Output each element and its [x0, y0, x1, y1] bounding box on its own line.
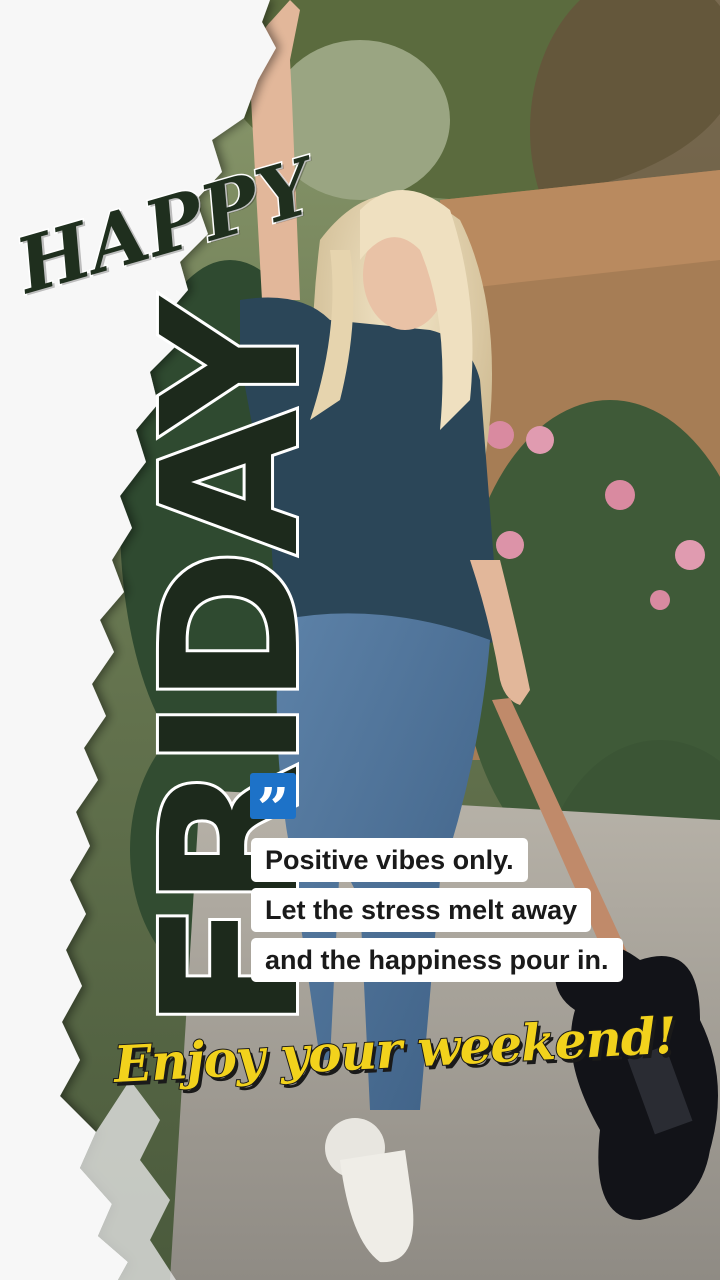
poster: HAPPY FRIDAY ” Positive vibes only. Let … — [0, 0, 720, 1280]
quote-icon: ” — [250, 773, 296, 842]
quote-line-2: Let the stress melt away — [251, 888, 592, 932]
quote-line-1: Positive vibes only. — [251, 838, 528, 882]
quote-line-3: and the happiness pour in. — [251, 938, 623, 982]
